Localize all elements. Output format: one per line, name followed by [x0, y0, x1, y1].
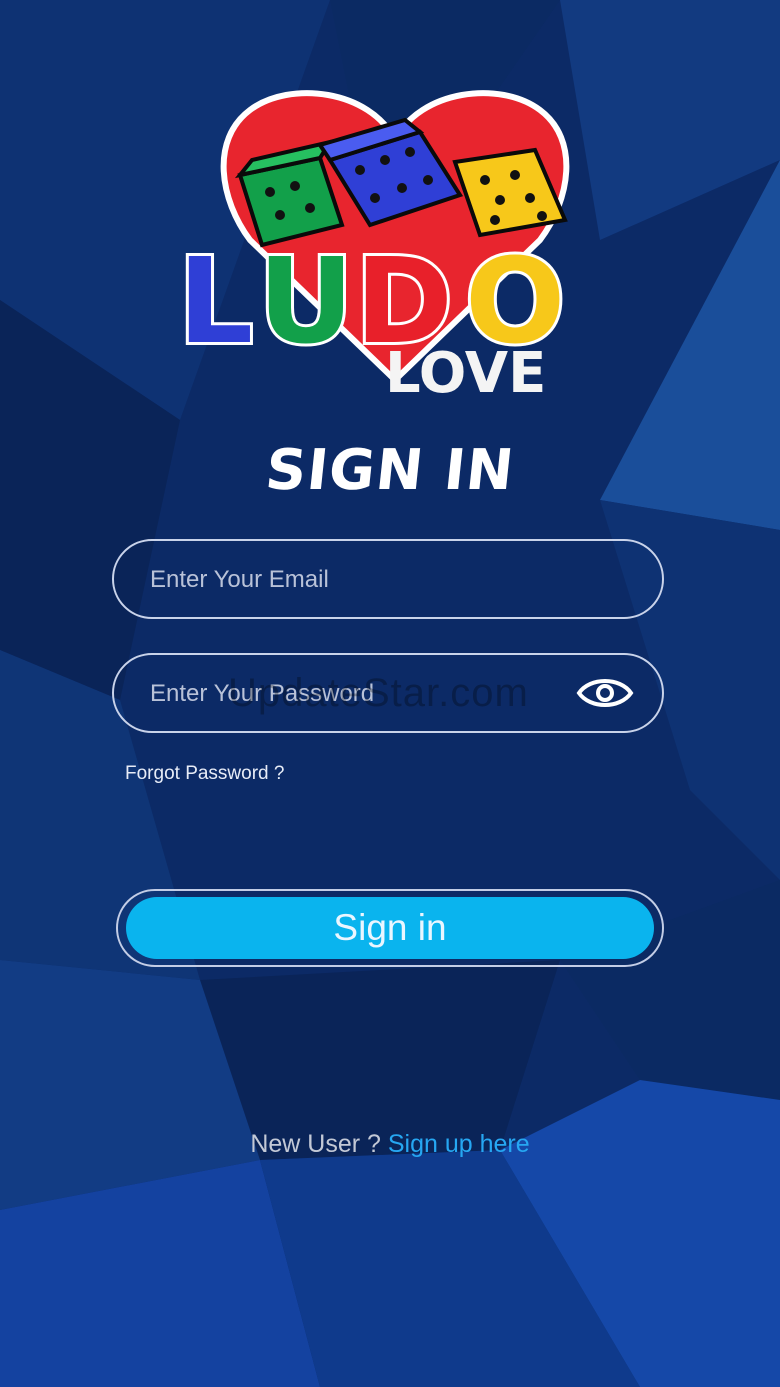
logo-love-text: LOVE [385, 341, 546, 406]
eye-icon[interactable] [576, 673, 634, 713]
forgot-password-link[interactable]: Forgot Password ? [125, 763, 284, 785]
email-field-container [112, 539, 664, 619]
sign-in-button[interactable]: Sign in [116, 889, 664, 967]
email-input[interactable] [148, 541, 592, 619]
signup-prompt: New User ? Sign up here [0, 1130, 780, 1159]
sign-in-button-label: Sign in [126, 897, 654, 959]
page-title: SIGN IN [262, 438, 518, 503]
logo-letter-u: U [258, 232, 354, 370]
password-input[interactable] [148, 655, 592, 733]
sign-up-link[interactable]: Sign up here [388, 1130, 530, 1158]
password-field-container [112, 653, 664, 733]
new-user-text: New User ? [250, 1130, 381, 1158]
logo-letter-l: L [178, 232, 253, 370]
ludo-love-logo: L U D O LOVE [175, 90, 570, 406]
